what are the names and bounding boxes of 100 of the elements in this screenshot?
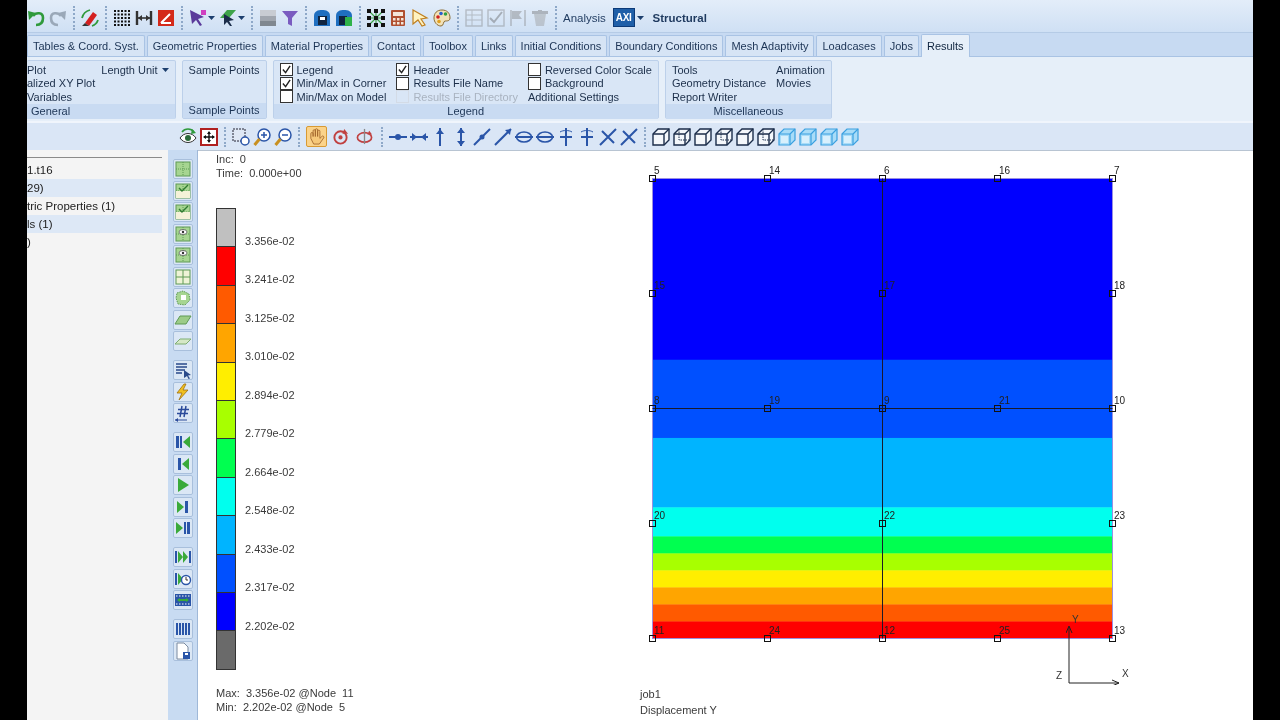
node-grid-icon[interactable] (367, 8, 385, 27)
ribbon-button[interactable]: Sample Points (188, 63, 260, 77)
save-icon[interactable] (313, 8, 331, 27)
cube-dashed-icon[interactable] (757, 127, 775, 146)
vertical-cross-icon[interactable] (557, 127, 575, 146)
tab[interactable]: Contact (371, 35, 421, 56)
timer-icon[interactable] (172, 568, 193, 589)
node-label: 5 (654, 166, 660, 176)
ribbon-button[interactable]: Animation (776, 63, 825, 77)
calculator-icon[interactable] (389, 8, 407, 27)
ribbon-dropdown[interactable]: Length Unit (101, 63, 169, 77)
shade-square-icon[interactable] (259, 8, 277, 27)
view-mode-button[interactable] (306, 126, 327, 147)
tab[interactable]: Tables & Coord. Syst. (27, 35, 145, 56)
tab[interactable]: Results (920, 34, 970, 57)
caret-icon (636, 15, 644, 20)
cube-icon[interactable] (736, 127, 754, 146)
funnel-icon[interactable] (281, 8, 299, 27)
tab[interactable]: Loadcases (816, 35, 882, 56)
job-name-text: job1 (640, 687, 661, 702)
checkbox[interactable] (527, 76, 541, 90)
zoom-in-icon[interactable] (253, 127, 271, 146)
selection-dropdown[interactable] (189, 8, 215, 27)
cube-icon[interactable] (694, 127, 712, 146)
tab[interactable]: Initial Conditions (514, 35, 608, 56)
angle-icon[interactable] (157, 8, 175, 27)
zoom-box-icon[interactable] (232, 127, 250, 146)
diagonal-cross-icon[interactable] (620, 127, 638, 146)
diagonal-arrow-icon[interactable] (494, 127, 512, 146)
tree-item[interactable]: 29) (27, 179, 162, 197)
view-mode-button[interactable] (354, 126, 375, 147)
ribbon-button[interactable]: Report Writer (671, 90, 738, 104)
legend-value: 3.010e-02 (245, 349, 295, 364)
undo-icon[interactable] (27, 8, 45, 27)
selection-dropdown[interactable] (219, 8, 245, 27)
step-back-icon[interactable] (172, 453, 193, 474)
ribbon-button[interactable]: alized XY Plot (27, 76, 96, 90)
skip-back-icon[interactable] (172, 432, 193, 452)
caret-icon (238, 15, 245, 20)
film-icon[interactable] (172, 590, 193, 610)
dimension-icon[interactable] (135, 8, 153, 27)
fit-view-icon[interactable] (200, 127, 218, 146)
ribbon-button[interactable]: Plot (27, 63, 46, 77)
tab[interactable]: Jobs (883, 35, 919, 56)
checkbox[interactable] (279, 90, 293, 104)
diagonal-cross-icon[interactable] (599, 127, 617, 146)
checkbox-label: Header (413, 63, 450, 76)
ribbon-button[interactable]: Variables (27, 90, 73, 104)
tree-item[interactable]: ls (1) (27, 215, 162, 233)
tab[interactable]: Geometric Properties (146, 35, 263, 56)
save-as-icon[interactable] (335, 8, 353, 27)
node-label: 18 (1114, 281, 1126, 291)
tab[interactable]: Mesh Adaptivity (725, 35, 815, 56)
node-label: 16 (999, 166, 1011, 176)
legend-value: 2.548e-02 (245, 503, 295, 518)
checkbox[interactable] (396, 63, 410, 77)
bars-icon[interactable] (172, 619, 193, 639)
node-label: 10 (1114, 396, 1126, 406)
mesh-eye-icon[interactable] (172, 223, 193, 244)
list-pointer-icon[interactable] (172, 360, 193, 380)
file-save-icon[interactable] (172, 640, 193, 661)
ribbon-button[interactable]: Additional Settings (527, 90, 620, 104)
tree-item[interactable]: ) (27, 233, 162, 251)
group-title: General (27, 103, 175, 119)
ribbon-button[interactable]: Tools (671, 63, 698, 77)
mesh-check-icon[interactable] (172, 202, 193, 222)
checkbox[interactable] (527, 63, 541, 77)
cursor-icon[interactable] (411, 8, 429, 27)
tab[interactable]: Boundary Conditions (609, 35, 724, 56)
mesh-outline-icon[interactable] (172, 288, 193, 308)
tab[interactable]: Material Properties (264, 35, 370, 56)
hash-icon[interactable] (172, 403, 193, 423)
zoom-out-icon[interactable] (274, 127, 292, 146)
group-title: Sample Points (182, 103, 266, 118)
palette-icon[interactable] (433, 8, 451, 27)
cube-icon[interactable] (652, 127, 670, 146)
marker-icon[interactable] (81, 8, 99, 27)
cube-dashed-icon[interactable] (715, 127, 733, 146)
checkbox[interactable] (396, 76, 410, 90)
fast-forward-icon[interactable] (172, 547, 193, 567)
diagonal-line-icon[interactable] (473, 127, 491, 146)
tab[interactable]: Links (474, 35, 513, 56)
tab[interactable]: Toolbox (422, 35, 473, 56)
checkbox[interactable] (279, 63, 293, 77)
step-forward-icon[interactable] (172, 496, 193, 517)
node-label: 7 (1114, 166, 1120, 176)
tree-item[interactable]: tric Properties (1) (27, 197, 162, 215)
mesh-eye-icon[interactable] (172, 245, 193, 265)
skip-forward-icon[interactable] (172, 518, 193, 538)
cube-dashed-icon[interactable] (673, 127, 691, 146)
vertical-cross-icon[interactable] (578, 127, 596, 146)
dot-grid-icon[interactable] (113, 8, 131, 27)
view-mode-button[interactable] (330, 126, 351, 147)
ribbon-button[interactable]: Geometry Distance (671, 76, 767, 90)
mesh-check-icon[interactable] (172, 180, 193, 201)
checkbox[interactable] (279, 76, 293, 90)
node-label: 13 (1114, 626, 1126, 636)
ribbon-button[interactable]: Movies (776, 76, 811, 90)
tree-item[interactable]: 1.t16 (27, 161, 162, 179)
eye-rotate-icon[interactable] (179, 127, 197, 146)
